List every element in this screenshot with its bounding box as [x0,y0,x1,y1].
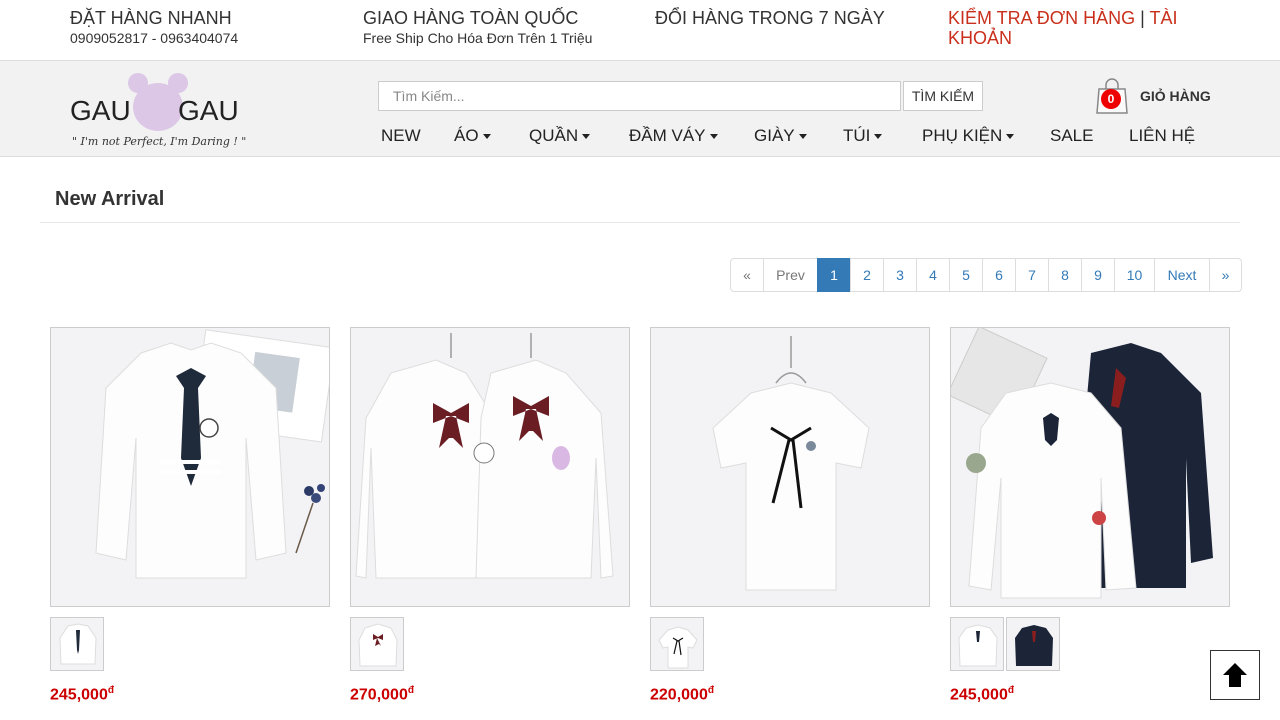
product-image[interactable] [650,327,930,607]
page-next-button[interactable]: Next [1154,258,1210,292]
logo-text-right: GAU [178,95,239,126]
page-first-button[interactable]: « [730,258,764,292]
search-button[interactable]: TÌM KIẾM [903,81,983,111]
shipping-title: GIAO HÀNG TOÀN QUỐC [363,8,579,28]
page-button-7[interactable]: 7 [1015,258,1049,292]
page-button-10[interactable]: 10 [1114,258,1155,292]
product-card: 270,000đ [350,327,630,703]
page-last-button[interactable]: » [1209,258,1242,292]
nav-label: ÁO [454,126,479,145]
nav-label: QUẦN [529,126,579,145]
page-button-4[interactable]: 4 [916,258,950,292]
thumbnail-list [50,617,104,671]
nav-label: NEW [381,126,421,145]
product-thumbnail[interactable] [650,617,704,671]
link-separator: | [1140,8,1145,28]
quick-order-block: ĐẶT HÀNG NHANH 0909052817 - 0963404074 [70,8,238,48]
cart-label: GIỎ HÀNG [1140,88,1211,104]
nav-item-lien-he[interactable]: LIÊN HỆ [1129,126,1195,146]
shipping-block: GIAO HÀNG TOÀN QUỐC Free Ship Cho Hóa Đơ… [363,8,592,48]
product-price: 270,000đ [350,685,414,704]
blouse-with-ribbon-image [651,328,929,606]
pagination: « Prev 1 2 3 4 5 6 7 8 9 10 Next » [730,258,1242,292]
order-check-link[interactable]: KIỂM TRA ĐƠN HÀNG [948,8,1135,28]
nav-item-dam-vay[interactable]: ĐẦM VÁY [629,126,718,146]
product-price: 245,000đ [950,685,1014,704]
page-button-1[interactable]: 1 [817,258,851,292]
caret-down-icon [798,134,807,140]
cart-count-badge: 0 [1101,89,1121,109]
nav-item-phu-kien[interactable]: PHỤ KIỆN [922,126,1015,146]
section-divider [40,222,1240,223]
page-button-9[interactable]: 9 [1081,258,1115,292]
caret-down-icon [1006,134,1015,140]
product-image[interactable] [50,327,330,607]
shirts-with-bows-image [351,328,629,606]
nav-item-ao[interactable]: ÁO [454,126,491,146]
price-value: 245,000 [950,686,1008,704]
nav-label: GIÀY [754,126,795,145]
nav-label: ĐẦM VÁY [629,126,706,145]
back-to-top-button[interactable] [1210,650,1260,700]
price-value: 270,000 [350,686,408,704]
thumbnail-list [650,617,704,671]
product-card: 245,000đ [50,327,330,703]
page-button-2[interactable]: 2 [850,258,884,292]
nav-label: PHỤ KIỆN [922,126,1003,145]
price-currency: đ [407,685,414,696]
shirt-with-tie-image [51,328,329,606]
price-value: 245,000 [50,686,108,704]
product-card: 245,000đ [950,327,1230,703]
product-price: 220,000đ [650,685,714,704]
cart-button[interactable]: 0 GIỎ HÀNG [1095,75,1225,115]
shipping-subtitle: Free Ship Cho Hóa Đơn Trên 1 Triệu [363,30,593,46]
product-thumbnail[interactable] [950,617,1004,671]
caret-down-icon [582,134,591,140]
product-thumbnail[interactable] [50,617,104,671]
main-header: GAU GAU " I'm not Perfect, I'm Daring ! … [0,60,1280,157]
product-card: 220,000đ [650,327,930,703]
exchange-title: ĐỔI HÀNG TRONG 7 NGÀY [655,8,885,28]
page-button-8[interactable]: 8 [1048,258,1082,292]
page-button-5[interactable]: 5 [949,258,983,292]
nav-label: TÚI [843,126,871,145]
nav-item-new[interactable]: NEW [381,126,421,146]
product-price: 245,000đ [50,685,114,704]
site-logo[interactable]: GAU GAU " I'm not Perfect, I'm Daring ! … [70,71,247,156]
thumbnail-list [950,617,1060,671]
product-image[interactable] [350,327,630,607]
price-currency: đ [1007,685,1014,696]
logo-tagline: " I'm not Perfect, I'm Daring ! " [72,135,247,148]
product-thumbnail[interactable] [350,617,404,671]
nav-item-giay[interactable]: GIÀY [754,126,807,146]
nav-label: LIÊN HỆ [1129,126,1196,145]
account-links: KIỂM TRA ĐƠN HÀNG | TÀI KHOẢN [948,8,1208,48]
white-and-navy-shirts-image [951,328,1229,606]
price-currency: đ [707,685,714,696]
page-prev-button[interactable]: Prev [763,258,818,292]
product-thumbnail[interactable] [1006,617,1060,671]
product-image[interactable] [950,327,1230,607]
caret-down-icon [874,134,883,140]
nav-label: SALE [1050,126,1094,145]
price-currency: đ [107,685,114,696]
quick-order-phones: 0909052817 - 0963404074 [70,30,239,46]
thumbnail-list [350,617,404,671]
section-title: New Arrival [55,188,165,210]
nav-item-quan[interactable]: QUẦN [529,126,591,146]
exchange-block: ĐỔI HÀNG TRONG 7 NGÀY [655,8,885,28]
page-button-3[interactable]: 3 [883,258,917,292]
caret-down-icon [709,134,718,140]
logo-text-left: GAU [70,95,131,126]
price-value: 220,000 [650,686,708,704]
search-input[interactable] [378,81,901,111]
quick-order-title: ĐẶT HÀNG NHANH [70,8,232,28]
top-info-bar: ĐẶT HÀNG NHANH 0909052817 - 0963404074 G… [0,0,1280,60]
page-button-6[interactable]: 6 [982,258,1016,292]
nav-item-sale[interactable]: SALE [1050,126,1093,146]
nav-item-tui[interactable]: TÚI [843,126,883,146]
caret-down-icon [482,134,491,140]
arrow-up-icon [1223,663,1247,687]
